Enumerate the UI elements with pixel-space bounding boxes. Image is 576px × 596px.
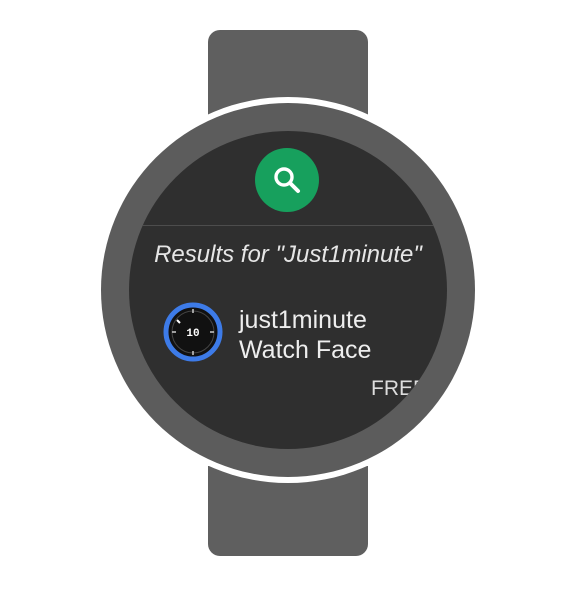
results-heading: Results for "Just1minute" xyxy=(154,241,422,268)
result-item[interactable]: 10 just1minute Watch Face FREE xyxy=(129,291,447,401)
watch-screen: Results for "Just1minute" 10 just1minute… xyxy=(129,131,447,449)
search-button[interactable] xyxy=(255,148,319,212)
watch-device: Results for "Just1minute" 10 just1minute… xyxy=(0,0,576,596)
search-icon xyxy=(274,167,300,193)
app-name-line2: Watch Face xyxy=(239,336,372,364)
app-name: just1minute Watch Face xyxy=(239,305,371,365)
app-price: FREE xyxy=(371,377,428,400)
header-divider xyxy=(129,225,447,226)
app-name-line1: just1minute xyxy=(239,306,367,334)
watch-face-icon-label: 10 xyxy=(186,328,199,340)
watch-face-icon: 10 xyxy=(163,302,223,362)
